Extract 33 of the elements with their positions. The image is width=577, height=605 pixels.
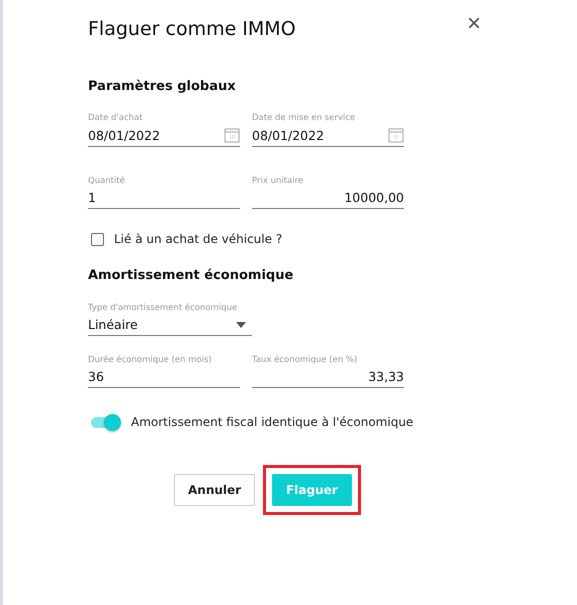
field-value: Linéaire — [88, 317, 139, 332]
date-field[interactable]: Date de mise en service 08/01/2022 — [252, 113, 404, 147]
field-label: Type d'amortissement économique — [88, 303, 238, 313]
checkbox[interactable] — [91, 232, 104, 246]
field-label: Date de mise en service — [252, 113, 356, 123]
field-value: 1 — [88, 190, 97, 205]
field-value: 10000,00 — [343, 190, 404, 205]
amount-field[interactable]: Taux économique (en %) 33,33 — [252, 355, 404, 388]
section-heading: Paramètres globaux — [88, 79, 237, 94]
dialog-title: Flaguer comme IMMO — [88, 17, 296, 42]
field-value: 08/01/2022 — [88, 128, 162, 142]
field-label: Date d'achat — [88, 113, 144, 123]
close-button[interactable]: × — [467, 12, 482, 36]
text-field[interactable]: Quantité 1 — [88, 176, 240, 209]
select-field[interactable]: Type d'amortissement économique Linéaire — [88, 303, 252, 336]
checkbox-label: Lié à un achat de véhicule ? — [114, 232, 282, 246]
field-value: 08/01/2022 — [252, 128, 326, 142]
toggle-label: Amortissement fiscal identique à l'économique — [131, 415, 414, 429]
field-label: Quantité — [88, 176, 126, 186]
field-value: 33,33 — [367, 369, 404, 384]
cancel-button[interactable]: Annuler — [174, 474, 256, 506]
calendar-icon[interactable] — [224, 127, 240, 143]
field-label: Taux économique (en %) — [252, 355, 358, 365]
caret-icon — [236, 322, 246, 328]
text-field[interactable]: Durée économique (en mois) 36 — [88, 355, 240, 388]
section-heading: Amortissement économique — [88, 268, 294, 283]
date-field[interactable]: Date d'achat 08/01/2022 — [88, 113, 240, 147]
calendar-icon[interactable] — [388, 127, 404, 143]
amount-field[interactable]: Prix unitaire 10000,00 — [252, 176, 404, 209]
field-value: 36 — [88, 369, 105, 384]
field-label: Prix unitaire — [252, 176, 304, 186]
toggle-switch[interactable] — [91, 416, 119, 428]
field-label: Durée économique (en mois) — [88, 355, 213, 365]
